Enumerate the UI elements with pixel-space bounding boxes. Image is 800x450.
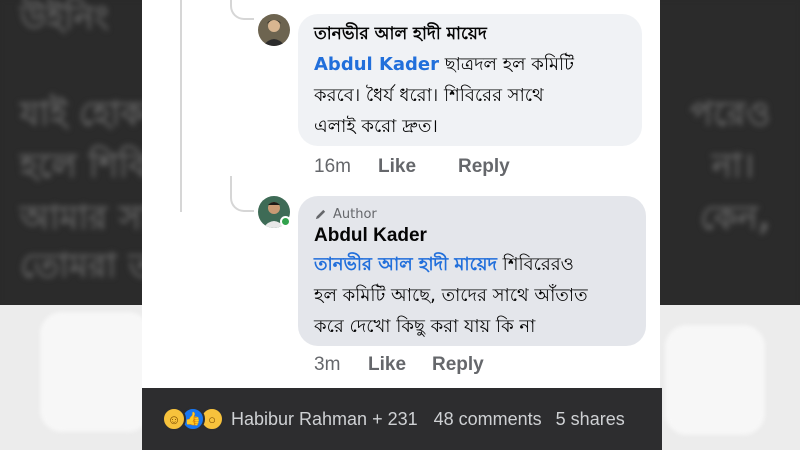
author-badge: Author bbox=[314, 205, 630, 223]
background-text-line: যাই হোক bbox=[20, 94, 145, 134]
avatar[interactable] bbox=[258, 14, 290, 46]
pencil-icon bbox=[315, 209, 326, 219]
thread-line bbox=[180, 0, 182, 212]
comment-text-line: শিবিরেরও bbox=[502, 254, 574, 275]
comment-timestamp[interactable]: 3m bbox=[314, 354, 368, 376]
background-text-line: কেন, bbox=[700, 198, 771, 238]
background-text-line: হলে শিবি bbox=[20, 146, 148, 186]
reply-connector bbox=[230, 176, 254, 212]
reaction-icons[interactable]: ☺ 👍 ○ bbox=[162, 407, 224, 431]
comment-text-line: হল কমিটি আছে, তাদের সাথে আঁতাত bbox=[314, 285, 588, 306]
mention-link[interactable]: Abdul Kader bbox=[314, 54, 439, 75]
comment-timestamp[interactable]: 16m bbox=[314, 156, 378, 178]
reply-connector bbox=[230, 0, 254, 20]
background-text-line: পরেও bbox=[690, 94, 771, 134]
background-text-line: না। bbox=[712, 146, 755, 186]
shares-count[interactable]: 5 shares bbox=[556, 409, 625, 430]
comment-bubble: Author Abdul Kader তানভীর আল হাদী মায়েদ… bbox=[298, 196, 646, 346]
comments-count[interactable]: 48 comments bbox=[434, 409, 542, 430]
reply-button[interactable]: Reply bbox=[458, 156, 510, 178]
background-text-line: তোমরা ত bbox=[20, 246, 154, 286]
like-button[interactable]: Like bbox=[378, 156, 458, 178]
comment-author-name[interactable]: তানভীর আল হাদী মায়েদ bbox=[314, 23, 626, 45]
post-stats-bar: ☺ 👍 ○ Habibur Rahman + 231 48 comments 5… bbox=[142, 388, 662, 450]
background-card bbox=[40, 312, 150, 432]
comment-author-name[interactable]: Abdul Kader bbox=[314, 225, 630, 247]
comment-text: Abdul Kader ছাত্রদল হল কমিটি করবে। ধৈর্য… bbox=[314, 49, 626, 142]
profile-photo-icon bbox=[258, 14, 290, 46]
reply-button[interactable]: Reply bbox=[432, 354, 484, 376]
online-status-indicator bbox=[280, 216, 291, 227]
background-text-line: উইনিং bbox=[20, 0, 109, 38]
comment-thread-panel: তানভীর আল হাদী মায়েদ Abdul Kader ছাত্রদ… bbox=[142, 0, 660, 450]
like-button[interactable]: Like bbox=[368, 354, 432, 376]
comment-text: তানভীর আল হাদী মায়েদ শিবিরেরও হল কমিটি … bbox=[314, 249, 630, 342]
comment-text-line: করবে। ধৈর্য ধরো। শিবিরের সাথে bbox=[314, 85, 544, 106]
comment-text-line: করে দেখো কিছু করা যায় কি না bbox=[314, 316, 536, 337]
author-badge-label: Author bbox=[333, 206, 377, 222]
comment-actions: 16m Like Reply bbox=[314, 156, 510, 178]
reactors-summary[interactable]: Habibur Rahman + 231 bbox=[231, 409, 418, 430]
comment-text-line: এলাই করো দ্রুত। bbox=[314, 116, 438, 137]
comment-bubble: তানভীর আল হাদী মায়েদ Abdul Kader ছাত্রদ… bbox=[298, 14, 642, 146]
comment-text-line: ছাত্রদল হল কমিটি bbox=[444, 54, 574, 75]
mention-link[interactable]: তানভীর আল হাদী মায়েদ bbox=[314, 254, 497, 275]
background-card bbox=[665, 325, 765, 435]
comment-actions: 3m Like Reply bbox=[314, 354, 484, 376]
haha-reaction-icon: ☺ bbox=[162, 407, 186, 431]
